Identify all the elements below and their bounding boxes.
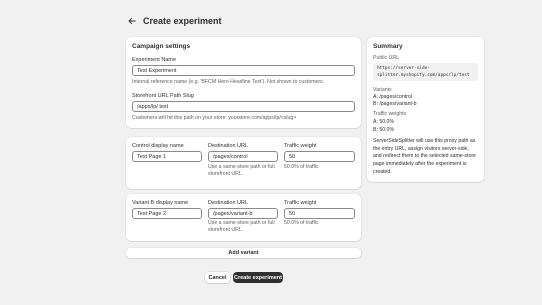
variant-b-name-value: Test Page 2 xyxy=(137,210,167,217)
summary-title: Summary xyxy=(373,43,403,50)
variant-b-card: Variant B display name Test Page 2 Desti… xyxy=(126,194,361,241)
arrow-left-icon xyxy=(128,17,136,25)
cancel-button[interactable]: Cancel xyxy=(205,272,230,283)
path-slug-label: Storefront URL Path Slug xyxy=(132,93,194,99)
variant-b-destination-label: Destination URL xyxy=(208,200,249,206)
control-weight-label: Traffic weight xyxy=(284,143,317,149)
create-experiment-page: Create experiment Campaign settings Expe… xyxy=(0,0,542,305)
control-destination-value: /pages/control xyxy=(213,153,248,160)
control-name-label: Control display name xyxy=(132,143,184,149)
public-url-line-2: splitter.myshopify.com/apps/lp/test xyxy=(377,72,470,78)
campaign-settings-title: Campaign settings xyxy=(132,43,191,50)
control-weight-value: 50 xyxy=(289,153,296,160)
experiment-name-input[interactable]: Test Experiment xyxy=(132,65,355,76)
public-url-label: Public URL xyxy=(373,55,399,61)
variants-label: Variants xyxy=(373,87,392,93)
control-name-value: Test Page 1 xyxy=(137,153,167,160)
control-weight-input[interactable]: 50 xyxy=(284,151,355,162)
control-destination-input[interactable]: /pages/control xyxy=(208,151,278,162)
experiment-name-label: Experiment Name xyxy=(132,57,177,63)
control-weight-help: 50.0% of traffic xyxy=(284,164,319,170)
control-variant-card: Control display name Test Page 1 Destina… xyxy=(126,137,361,189)
public-url-box: https://server-side- splitter.myshopify.… xyxy=(373,63,478,81)
traffic-weights-label: Traffic weights xyxy=(373,111,407,117)
variant-b-weight-help: 50.0% of traffic xyxy=(284,220,319,226)
summary-description: ServerSideSplitter will use this proxy p… xyxy=(373,138,476,175)
traffic-weights-list: A: 50.0% B: 50.0% xyxy=(373,118,394,134)
summary-card: Summary Public URL https://server-side- … xyxy=(367,37,484,182)
control-name-input[interactable]: Test Page 1 xyxy=(132,151,202,162)
experiment-name-help: Internal reference name (e.g. 'BFCM Hero… xyxy=(132,79,325,85)
path-slug-input[interactable]: /apps/lp/ test xyxy=(132,101,355,112)
variant-b-destination-help: Use a same-store path or full storefront… xyxy=(208,220,275,234)
weight-b: B: 50.0% xyxy=(373,127,395,133)
page-title: Create experiment xyxy=(143,16,222,26)
create-experiment-button[interactable]: Create experiment xyxy=(233,272,283,283)
variant-b-weight-input[interactable]: 50 xyxy=(284,208,355,219)
variants-list: A: /pages/control B: /pages/variant-b xyxy=(373,94,417,108)
variant-b-destination-input[interactable]: /pages/variant-b xyxy=(208,208,278,219)
variant-a-path: A: /pages/control xyxy=(373,94,412,100)
path-slug-value: /apps/lp/ test xyxy=(137,103,169,110)
variant-b-name-label: Variant B display name xyxy=(132,200,189,206)
variant-b-path: B: /pages/variant-b xyxy=(373,101,417,107)
page-header: Create experiment xyxy=(126,15,222,27)
back-button[interactable] xyxy=(126,15,138,27)
variant-b-destination-value: /pages/variant-b xyxy=(213,210,253,217)
variant-b-weight-value: 50 xyxy=(289,210,296,217)
control-destination-help: Use a same-store path or full storefront… xyxy=(208,164,275,178)
path-slug-help: Customers will hit this path on your sto… xyxy=(132,115,297,121)
variant-b-name-input[interactable]: Test Page 2 xyxy=(132,208,202,219)
experiment-name-value: Test Experiment xyxy=(137,67,177,74)
campaign-settings-card: Campaign settings Experiment Name Test E… xyxy=(126,37,361,128)
variant-b-weight-label: Traffic weight xyxy=(284,200,317,206)
add-variant-button[interactable]: Add variant xyxy=(126,248,361,258)
control-destination-label: Destination URL xyxy=(208,143,249,149)
weight-a: A: 50.0% xyxy=(373,119,395,125)
